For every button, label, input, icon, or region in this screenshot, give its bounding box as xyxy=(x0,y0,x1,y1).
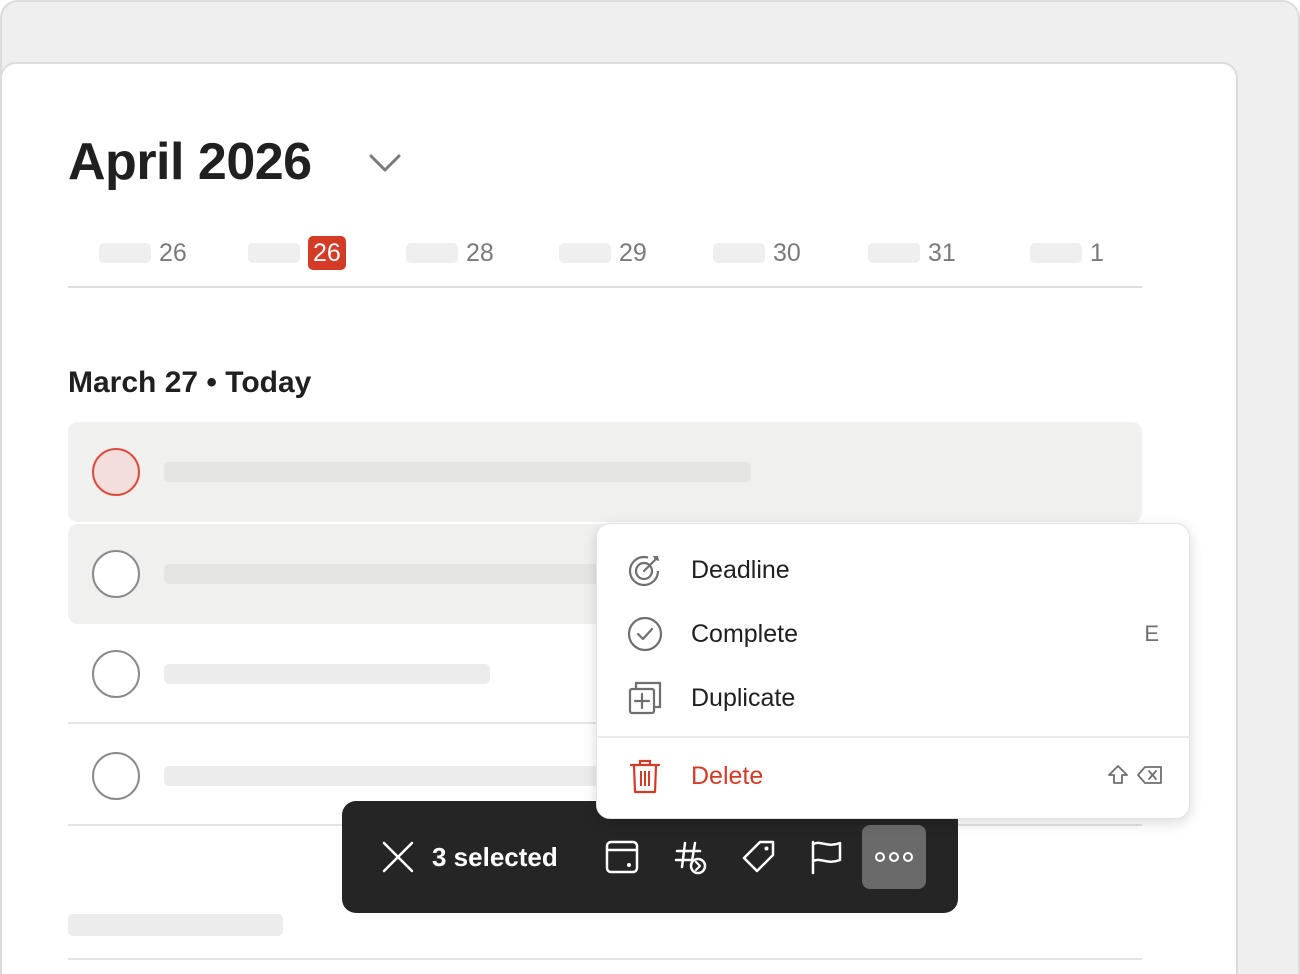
week-day[interactable]: 28 xyxy=(406,236,494,270)
section-placeholder xyxy=(68,914,283,936)
week-day[interactable]: 31 xyxy=(868,236,956,270)
weekday-placeholder xyxy=(868,243,920,263)
task-title-placeholder xyxy=(164,564,624,584)
task-checkbox[interactable] xyxy=(92,752,140,800)
shortcut-hint: E xyxy=(1144,621,1159,646)
deadline-icon xyxy=(628,555,660,587)
menu-item-deadline[interactable]: Deadline xyxy=(597,538,1191,602)
tag-icon xyxy=(742,840,775,873)
week-day[interactable]: 1 xyxy=(1030,236,1104,270)
shift-icon xyxy=(1108,765,1128,784)
menu-item-duplicate[interactable]: Duplicate xyxy=(597,666,1191,730)
menu-item-label: Delete xyxy=(691,762,764,790)
week-strip: 26 26 28 29 30 31 1 xyxy=(68,236,1142,288)
menu-item-label: Duplicate xyxy=(691,684,796,712)
menu-item-complete[interactable]: Complete E xyxy=(597,602,1191,666)
calendar-icon xyxy=(605,840,639,874)
weekday-placeholder xyxy=(99,243,151,263)
backspace-icon xyxy=(1137,766,1162,784)
menu-item-label: Complete xyxy=(691,620,798,648)
task-title-placeholder xyxy=(164,664,490,684)
duplicate-icon xyxy=(628,681,662,715)
task-checkbox[interactable] xyxy=(92,650,140,698)
day-number: 1 xyxy=(1090,239,1104,267)
section-title: March 27 • Today xyxy=(68,366,312,399)
weekday-placeholder xyxy=(1030,243,1082,263)
more-actions-button[interactable] xyxy=(862,825,926,889)
labels-button[interactable] xyxy=(736,835,780,879)
weekday-placeholder xyxy=(248,243,300,263)
hashtag-move-icon xyxy=(674,841,707,875)
task-checkbox[interactable] xyxy=(92,550,140,598)
day-number: 30 xyxy=(773,239,801,267)
month-title[interactable]: April 2026 xyxy=(68,132,312,192)
task-title-placeholder xyxy=(164,462,751,482)
task-title-placeholder xyxy=(164,766,624,786)
week-day-current[interactable]: 26 xyxy=(248,236,346,270)
selected-count: 3 selected xyxy=(432,842,558,872)
more-dots-icon xyxy=(875,852,913,862)
more-actions-menu: Deadline Complete E Duplicate Delete xyxy=(596,523,1191,819)
day-number: 31 xyxy=(928,239,956,267)
menu-divider xyxy=(597,736,1191,738)
menu-item-label: Deadline xyxy=(691,556,790,584)
day-number: 29 xyxy=(619,239,647,267)
day-number: 28 xyxy=(466,239,494,267)
trash-icon xyxy=(629,759,661,794)
priority-button[interactable] xyxy=(804,835,848,879)
week-day[interactable]: 30 xyxy=(713,236,801,270)
chevron-down-icon[interactable] xyxy=(368,152,402,174)
weekday-placeholder xyxy=(406,243,458,263)
day-number: 26 xyxy=(159,239,187,267)
weekday-placeholder xyxy=(713,243,765,263)
complete-check-icon xyxy=(627,616,663,652)
day-number-current: 26 xyxy=(308,236,346,270)
weekday-placeholder xyxy=(559,243,611,263)
task-row[interactable] xyxy=(68,422,1142,522)
move-to-project-button[interactable] xyxy=(668,835,712,879)
task-checkbox[interactable] xyxy=(92,448,140,496)
week-day[interactable]: 26 xyxy=(99,236,187,270)
close-icon[interactable] xyxy=(380,839,416,875)
week-day[interactable]: 29 xyxy=(559,236,647,270)
flag-icon xyxy=(811,840,842,875)
divider xyxy=(68,958,1142,960)
shortcut-hint xyxy=(1107,764,1163,786)
menu-item-delete[interactable]: Delete xyxy=(597,744,1191,808)
schedule-button[interactable] xyxy=(600,835,644,879)
